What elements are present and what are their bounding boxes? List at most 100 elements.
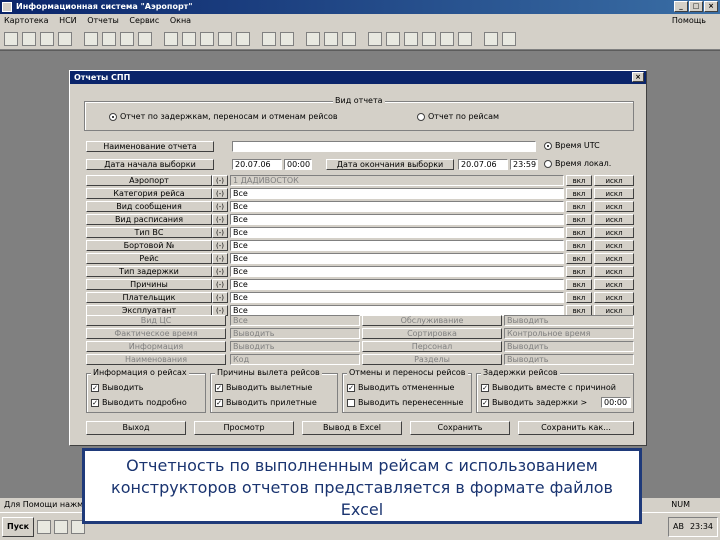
maximize-button[interactable]: □ — [689, 1, 703, 12]
toolbar-button-7[interactable] — [120, 31, 134, 46]
extra-value-field[interactable]: Контрольное время — [504, 328, 634, 339]
quick-launch-icon[interactable] — [37, 519, 52, 534]
dialog-close-button[interactable]: × — [632, 72, 644, 82]
extra-value-field[interactable]: Выводить — [230, 328, 360, 339]
exit-button[interactable]: Выход — [86, 421, 186, 435]
filter-marker[interactable]: (-) — [212, 227, 228, 238]
filter-marker[interactable]: (-) — [212, 253, 228, 264]
toolbar-button-20[interactable] — [386, 31, 400, 46]
filter-off-button[interactable]: искл — [594, 201, 634, 212]
checkbox-flight-info-show[interactable]: ✓ Выводить — [91, 383, 144, 393]
menu-item-windows[interactable]: Окна — [170, 16, 191, 25]
toolbar-button-19[interactable] — [368, 31, 382, 46]
toolbar-button-1[interactable] — [4, 31, 18, 46]
quick-launch-icon[interactable] — [54, 519, 69, 534]
radio-time-utc[interactable]: Время UTC — [544, 141, 600, 151]
report-name-input[interactable] — [232, 141, 536, 152]
toolbar-button-23[interactable] — [440, 31, 454, 46]
date-from-field[interactable]: 20.07.06 — [232, 159, 282, 170]
toolbar-button-5[interactable] — [84, 31, 98, 46]
filter-marker[interactable]: (-) — [212, 240, 228, 251]
filter-value-field[interactable]: Все — [230, 253, 564, 264]
toolbar-button-14[interactable] — [262, 31, 276, 46]
filter-value-field[interactable]: Все — [230, 214, 564, 225]
filter-marker[interactable]: (-) — [212, 266, 228, 277]
radio-flights-report[interactable]: Отчет по рейсам — [417, 112, 499, 122]
filter-on-button[interactable]: вкл — [566, 201, 592, 212]
extra-value-field[interactable]: Выводить — [504, 341, 634, 352]
delay-threshold-field[interactable]: 00:00 — [601, 397, 631, 408]
toolbar-button-18[interactable] — [342, 31, 356, 46]
toolbar-button-22[interactable] — [422, 31, 436, 46]
filter-off-button[interactable]: искл — [594, 266, 634, 277]
filter-off-button[interactable]: искл — [594, 253, 634, 264]
extra-value-field[interactable]: Выводить — [230, 341, 360, 352]
filter-value-field[interactable]: Все — [230, 279, 564, 290]
time-from-field[interactable]: 00:00 — [284, 159, 312, 170]
filter-off-button[interactable]: искл — [594, 227, 634, 238]
extra-value-field[interactable]: Выводить — [504, 354, 634, 365]
filter-on-button[interactable]: вкл — [566, 279, 592, 290]
menu-item-service[interactable]: Сервис — [129, 16, 159, 25]
filter-on-button[interactable]: вкл — [566, 227, 592, 238]
filter-on-button[interactable]: вкл — [566, 292, 592, 303]
toolbar-button-11[interactable] — [200, 31, 214, 46]
toolbar-button-21[interactable] — [404, 31, 418, 46]
toolbar-button-17[interactable] — [324, 31, 338, 46]
filter-on-button[interactable]: вкл — [566, 214, 592, 225]
filter-marker[interactable]: (-) — [212, 214, 228, 225]
toolbar-button-9[interactable] — [164, 31, 178, 46]
toolbar-button-15[interactable] — [280, 31, 294, 46]
filter-value-field[interactable]: 1 ДАДИВОСТОК — [230, 175, 564, 186]
extra-value-field[interactable]: Все — [230, 315, 360, 326]
filter-marker[interactable]: (-) — [212, 175, 228, 186]
filter-value-field[interactable]: Все — [230, 292, 564, 303]
minimize-button[interactable]: _ — [674, 1, 688, 12]
filter-off-button[interactable]: искл — [594, 188, 634, 199]
preview-button[interactable]: Просмотр — [194, 421, 294, 435]
filter-value-field[interactable]: Все — [230, 266, 564, 277]
checkbox-cancelled[interactable]: ✓ Выводить отмененные — [347, 383, 454, 393]
filter-off-button[interactable]: искл — [594, 214, 634, 225]
radio-time-local[interactable]: Время локал. — [544, 159, 611, 169]
menu-item-reports[interactable]: Отчеты — [87, 16, 119, 25]
toolbar-button-12[interactable] — [218, 31, 232, 46]
toolbar-button-6[interactable] — [102, 31, 116, 46]
toolbar-button-26[interactable] — [502, 31, 516, 46]
checkbox-arrivals[interactable]: ✓ Выводить прилетные — [215, 398, 317, 408]
filter-off-button[interactable]: искл — [594, 292, 634, 303]
time-to-field[interactable]: 23:59 — [510, 159, 538, 170]
filter-on-button[interactable]: вкл — [566, 253, 592, 264]
language-indicator[interactable]: AB — [673, 518, 684, 536]
save-button[interactable]: Сохранить — [410, 421, 510, 435]
filter-on-button[interactable]: вкл — [566, 240, 592, 251]
toolbar-button-13[interactable] — [236, 31, 250, 46]
export-excel-button[interactable]: Вывод в Excel — [302, 421, 402, 435]
date-to-field[interactable]: 20.07.06 — [458, 159, 508, 170]
checkbox-delays-over[interactable]: ✓ Выводить задержки > — [481, 398, 587, 408]
menu-item-cards[interactable]: Картотека — [4, 16, 49, 25]
start-button[interactable]: Пуск — [2, 516, 35, 537]
filter-value-field[interactable]: Все — [230, 201, 564, 212]
filter-marker[interactable]: (-) — [212, 292, 228, 303]
checkbox-postponed[interactable]: Выводить перенесенные — [347, 398, 463, 408]
toolbar-button-24[interactable] — [458, 31, 472, 46]
toolbar-button-2[interactable] — [22, 31, 36, 46]
toolbar-button-10[interactable] — [182, 31, 196, 46]
filter-value-field[interactable]: Все — [230, 240, 564, 251]
menu-item-nsi[interactable]: НСИ — [59, 16, 77, 25]
filter-off-button[interactable]: искл — [594, 175, 634, 186]
save-as-button[interactable]: Сохранить как... — [518, 421, 634, 435]
checkbox-flight-info-detailed[interactable]: ✓ Выводить подробно — [91, 398, 187, 408]
menu-item-help[interactable]: Помощь — [672, 14, 706, 28]
filter-value-field[interactable]: Все — [230, 188, 564, 199]
checkbox-departures[interactable]: ✓ Выводить вылетные — [215, 383, 312, 393]
checkbox-delays-with-reason[interactable]: ✓ Выводить вместе с причиной — [481, 383, 616, 393]
toolbar-button-25[interactable] — [484, 31, 498, 46]
toolbar-button-4[interactable] — [58, 31, 72, 46]
filter-on-button[interactable]: вкл — [566, 188, 592, 199]
filter-off-button[interactable]: искл — [594, 240, 634, 251]
filter-on-button[interactable]: вкл — [566, 266, 592, 277]
filter-marker[interactable]: (-) — [212, 188, 228, 199]
toolbar-button-3[interactable] — [40, 31, 54, 46]
